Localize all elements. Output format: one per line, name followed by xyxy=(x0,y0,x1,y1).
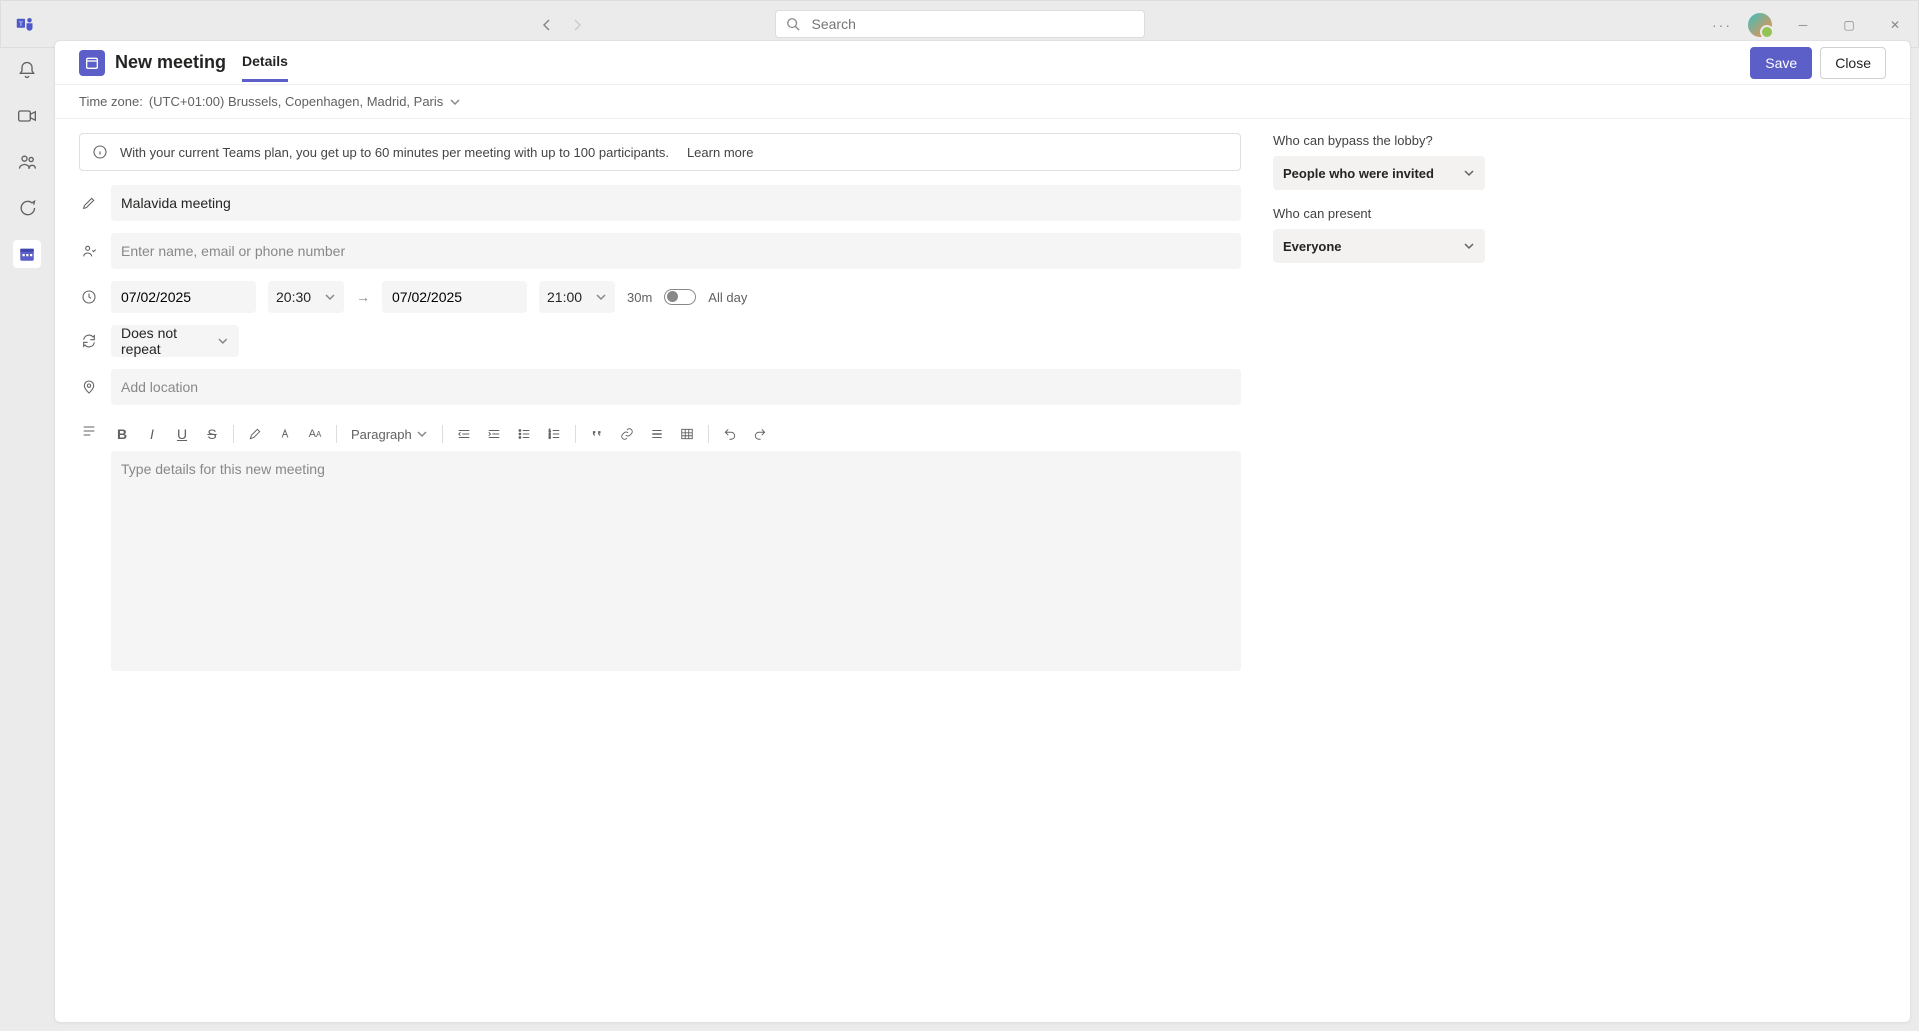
underline-button[interactable]: U xyxy=(171,423,193,445)
window-close-icon[interactable]: ✕ xyxy=(1880,18,1910,32)
teams-logo-icon: T xyxy=(1,0,49,48)
window-minimize-icon[interactable]: ─ xyxy=(1788,18,1818,32)
rail-video[interactable] xyxy=(13,102,41,130)
rail-community[interactable] xyxy=(13,148,41,176)
link-button[interactable] xyxy=(616,423,638,445)
indent-button[interactable] xyxy=(483,423,505,445)
tab-details[interactable]: Details xyxy=(242,43,288,82)
more-icon[interactable]: ··· xyxy=(1712,17,1732,33)
nav-back-icon[interactable] xyxy=(541,19,553,31)
undo-button[interactable] xyxy=(719,423,741,445)
bold-button[interactable]: B xyxy=(111,423,133,445)
bypass-lobby-value: People who were invited xyxy=(1283,166,1434,181)
content-card: New meeting Details Save Close Time zone… xyxy=(54,40,1911,1023)
font-color-button[interactable] xyxy=(274,423,296,445)
start-time-select[interactable]: 20:30 xyxy=(268,281,344,313)
search-input[interactable] xyxy=(812,16,1134,32)
page-header: New meeting Details Save Close xyxy=(55,41,1910,85)
search-box[interactable] xyxy=(775,10,1145,38)
timezone-label: Time zone: xyxy=(79,94,143,109)
info-icon xyxy=(92,144,108,160)
chevron-down-icon xyxy=(449,96,461,108)
italic-button[interactable]: I xyxy=(141,423,163,445)
end-time-select[interactable]: 21:00 xyxy=(539,281,615,313)
people-icon xyxy=(79,243,99,259)
app-rail xyxy=(0,48,54,1031)
details-placeholder: Type details for this new meeting xyxy=(121,461,325,477)
all-day-toggle[interactable] xyxy=(664,289,696,305)
learn-more-link[interactable]: Learn more xyxy=(687,145,753,160)
meeting-icon xyxy=(79,50,105,76)
font-size-button[interactable]: AA xyxy=(304,423,326,445)
start-time-value: 20:30 xyxy=(276,289,311,305)
bullet-list-button[interactable] xyxy=(513,423,535,445)
who-present-select[interactable]: Everyone xyxy=(1273,229,1485,263)
arrow-right-icon: → xyxy=(356,289,370,305)
timezone-row[interactable]: Time zone: (UTC+01:00) Brussels, Copenha… xyxy=(55,85,1910,119)
user-avatar[interactable] xyxy=(1748,13,1772,37)
search-icon xyxy=(786,17,800,31)
rail-calendar[interactable] xyxy=(13,240,41,268)
meeting-title-input[interactable] xyxy=(111,185,1241,221)
bypass-lobby-label: Who can bypass the lobby? xyxy=(1273,133,1485,148)
highlight-button[interactable] xyxy=(244,423,266,445)
who-present-value: Everyone xyxy=(1283,239,1342,254)
repeat-value: Does not repeat xyxy=(121,325,217,357)
location-icon xyxy=(79,379,99,395)
who-present-label: Who can present xyxy=(1273,206,1485,221)
location-input[interactable] xyxy=(111,369,1241,405)
rail-chat[interactable] xyxy=(13,194,41,222)
close-button[interactable]: Close xyxy=(1820,47,1886,79)
number-list-button[interactable]: 123 xyxy=(543,423,565,445)
page-title: New meeting xyxy=(115,52,226,73)
repeat-icon xyxy=(79,333,99,349)
hr-button[interactable] xyxy=(646,423,668,445)
outdent-button[interactable] xyxy=(453,423,475,445)
duration-text: 30m xyxy=(627,290,652,305)
editor-toolbar: B I U S AA Paragraph 123 xyxy=(111,417,1241,451)
attendees-input[interactable] xyxy=(111,233,1241,269)
save-button[interactable]: Save xyxy=(1750,47,1812,79)
timezone-value: (UTC+01:00) Brussels, Copenhagen, Madrid… xyxy=(149,94,443,109)
nav-forward-icon xyxy=(571,19,583,31)
start-date-input[interactable] xyxy=(111,281,256,313)
window-maximize-icon[interactable]: ▢ xyxy=(1834,18,1864,32)
svg-text:3: 3 xyxy=(548,436,550,440)
info-text: With your current Teams plan, you get up… xyxy=(120,145,669,160)
pencil-icon xyxy=(79,195,99,211)
rail-activity[interactable] xyxy=(13,56,41,84)
paragraph-select[interactable]: Paragraph xyxy=(347,427,432,442)
bypass-lobby-select[interactable]: People who were invited xyxy=(1273,156,1485,190)
plan-info-banner: With your current Teams plan, you get up… xyxy=(79,133,1241,171)
description-icon xyxy=(79,423,99,439)
details-editor[interactable]: Type details for this new meeting xyxy=(111,451,1241,671)
redo-button[interactable] xyxy=(749,423,771,445)
quote-button[interactable] xyxy=(586,423,608,445)
clock-icon xyxy=(79,289,99,305)
all-day-label: All day xyxy=(708,290,747,305)
end-time-value: 21:00 xyxy=(547,289,582,305)
strike-button[interactable]: S xyxy=(201,423,223,445)
meeting-options-panel: Who can bypass the lobby? People who wer… xyxy=(1265,119,1545,1022)
repeat-select[interactable]: Does not repeat xyxy=(111,325,239,357)
table-button[interactable] xyxy=(676,423,698,445)
end-date-input[interactable] xyxy=(382,281,527,313)
form-main: With your current Teams plan, you get up… xyxy=(55,119,1265,1022)
